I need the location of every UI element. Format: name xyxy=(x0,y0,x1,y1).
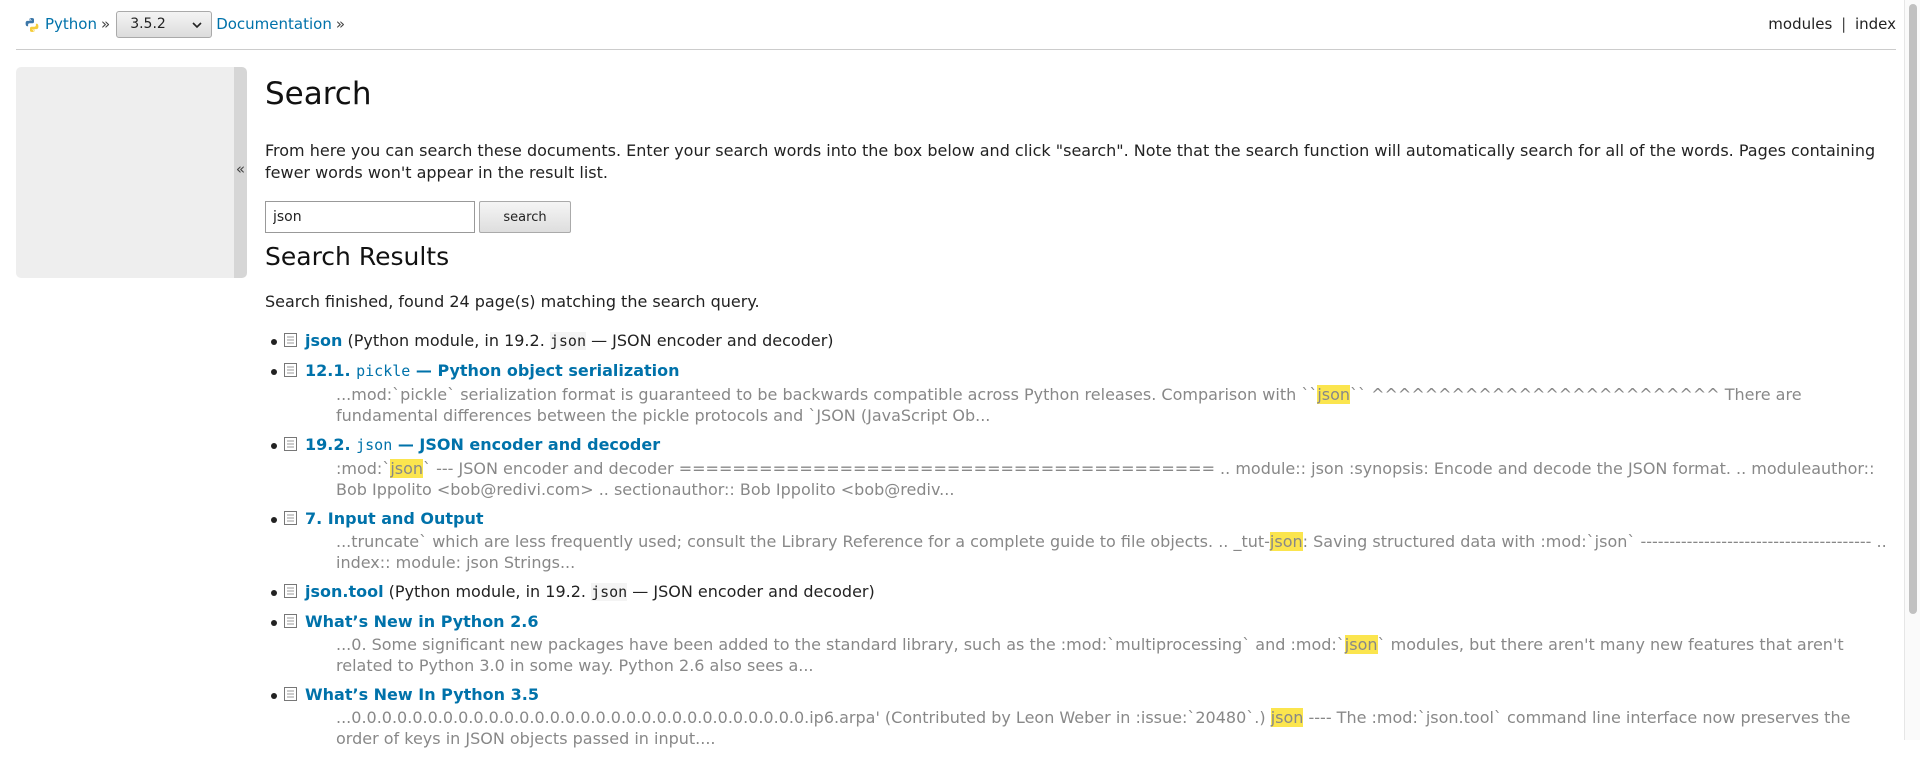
result-item: 7. Input and Output ...truncate` which a… xyxy=(265,508,1895,573)
result-link[interactable]: json.tool xyxy=(305,582,384,601)
result-info: — JSON encoder and decoder) xyxy=(586,331,834,350)
breadcrumb: Python » 3.5.2 Documentation » xyxy=(24,0,349,49)
search-status: Search finished, found 24 page(s) matchi… xyxy=(265,292,760,311)
sidebar-collapse-button[interactable]: « xyxy=(234,67,247,278)
result-link[interactable]: 19.2. json — JSON encoder and decoder xyxy=(305,435,660,454)
context-text: :mod:` xyxy=(336,459,391,478)
search-input[interactable] xyxy=(265,201,475,233)
result-title-text: — Python object serialization xyxy=(410,361,680,380)
result-link[interactable]: 7. Input and Output xyxy=(305,509,484,528)
search-highlight: json xyxy=(1317,385,1351,404)
page-title: Search xyxy=(265,76,372,112)
result-info: (Python module, in 19.2. xyxy=(342,331,550,350)
result-context: ...0. Some significant new packages have… xyxy=(336,634,1895,676)
result-link[interactable]: json xyxy=(305,331,342,350)
main-content: Search From here you can search these do… xyxy=(265,60,1895,757)
result-item: What’s New in Python 2.6 ...0. Some sign… xyxy=(265,611,1895,676)
result-link[interactable]: What’s New In Python 3.5 xyxy=(305,685,539,704)
document-icon xyxy=(284,584,297,598)
result-context: ...0.0.0.0.0.0.0.0.0.0.0.0.0.0.0.0.0.0.0… xyxy=(336,707,1895,749)
document-icon xyxy=(284,437,297,451)
bullet xyxy=(271,369,277,375)
result-link[interactable]: What’s New in Python 2.6 xyxy=(305,612,538,631)
documentation-link[interactable]: Documentation xyxy=(216,0,332,49)
bullet xyxy=(271,443,277,449)
result-item: json.tool (Python module, in 19.2. json … xyxy=(265,581,1895,603)
context-text: ...mod:`pickle` serialization format is … xyxy=(336,385,1318,404)
bullet xyxy=(271,339,277,345)
result-info: — JSON encoder and decoder) xyxy=(627,582,875,601)
breadcrumb-separator: » xyxy=(101,15,111,33)
results-heading: Search Results xyxy=(265,242,450,271)
result-item: 12.1. pickle — Python object serializati… xyxy=(265,360,1895,426)
result-info-code: json xyxy=(591,583,628,601)
results-list: json (Python module, in 19.2. json — JSO… xyxy=(265,330,1895,749)
search-highlight: json xyxy=(390,459,424,478)
result-item: json (Python module, in 19.2. json — JSO… xyxy=(265,330,1895,352)
result-title-code: pickle xyxy=(356,362,411,380)
result-title-text: 12.1. xyxy=(305,361,357,380)
document-icon xyxy=(284,363,297,377)
sidebar xyxy=(16,67,234,278)
version-select-value: 3.5.2 xyxy=(130,16,166,32)
result-context: ...truncate` which are less frequently u… xyxy=(336,531,1895,573)
index-link[interactable]: index xyxy=(1855,15,1896,33)
search-instructions: From here you can search these documents… xyxy=(265,141,1876,182)
search-highlight: json xyxy=(1269,532,1303,551)
context-text: ...0.0.0.0.0.0.0.0.0.0.0.0.0.0.0.0.0.0.0… xyxy=(336,708,1271,727)
scrollbar-thumb[interactable] xyxy=(1909,4,1917,614)
result-title-text: 19.2. xyxy=(305,435,357,454)
result-title-code: json xyxy=(356,436,393,454)
page-scrollbar[interactable] xyxy=(1904,0,1920,740)
search-form: search xyxy=(265,200,1895,234)
context-text: ...0. Some significant new packages have… xyxy=(336,635,1345,654)
result-item: 19.2. json — JSON encoder and decoder :m… xyxy=(265,434,1895,500)
document-icon xyxy=(284,687,297,701)
nav-divider: | xyxy=(1841,15,1847,33)
result-info-code: json xyxy=(549,332,586,350)
python-home-link[interactable]: Python xyxy=(45,0,97,49)
search-highlight: json xyxy=(1270,708,1304,727)
result-context: :mod:`json` --- JSON encoder and decoder… xyxy=(336,458,1895,500)
result-context: ...mod:`pickle` serialization format is … xyxy=(336,384,1895,426)
context-text: ` --- JSON encoder and decoder =========… xyxy=(336,459,1875,499)
top-nav-bar: Python » 3.5.2 Documentation » modules |… xyxy=(16,0,1896,50)
bullet xyxy=(271,590,277,596)
search-button[interactable]: search xyxy=(479,201,571,233)
breadcrumb-separator: » xyxy=(335,15,346,33)
document-icon xyxy=(284,614,297,628)
bullet xyxy=(271,620,277,626)
bullet xyxy=(271,517,277,523)
result-link[interactable]: 12.1. pickle — Python object serializati… xyxy=(305,361,680,380)
result-info: (Python module, in 19.2. xyxy=(383,582,592,601)
bullet xyxy=(271,693,277,699)
result-item: What’s New In Python 3.5 ...0.0.0.0.0.0.… xyxy=(265,684,1895,749)
python-logo-icon xyxy=(25,17,39,32)
search-highlight: json xyxy=(1344,635,1378,654)
context-text: ...truncate` which are less frequently u… xyxy=(336,532,1270,551)
modules-link[interactable]: modules xyxy=(1768,15,1832,33)
document-icon xyxy=(284,511,297,525)
result-title-text: — JSON encoder and decoder xyxy=(392,435,661,454)
chevron-down-icon xyxy=(192,21,202,28)
version-select[interactable]: 3.5.2 xyxy=(116,11,213,38)
document-icon xyxy=(284,333,297,347)
nav-right-links: modules | index xyxy=(1768,0,1896,49)
collapse-icon: « xyxy=(235,160,246,178)
